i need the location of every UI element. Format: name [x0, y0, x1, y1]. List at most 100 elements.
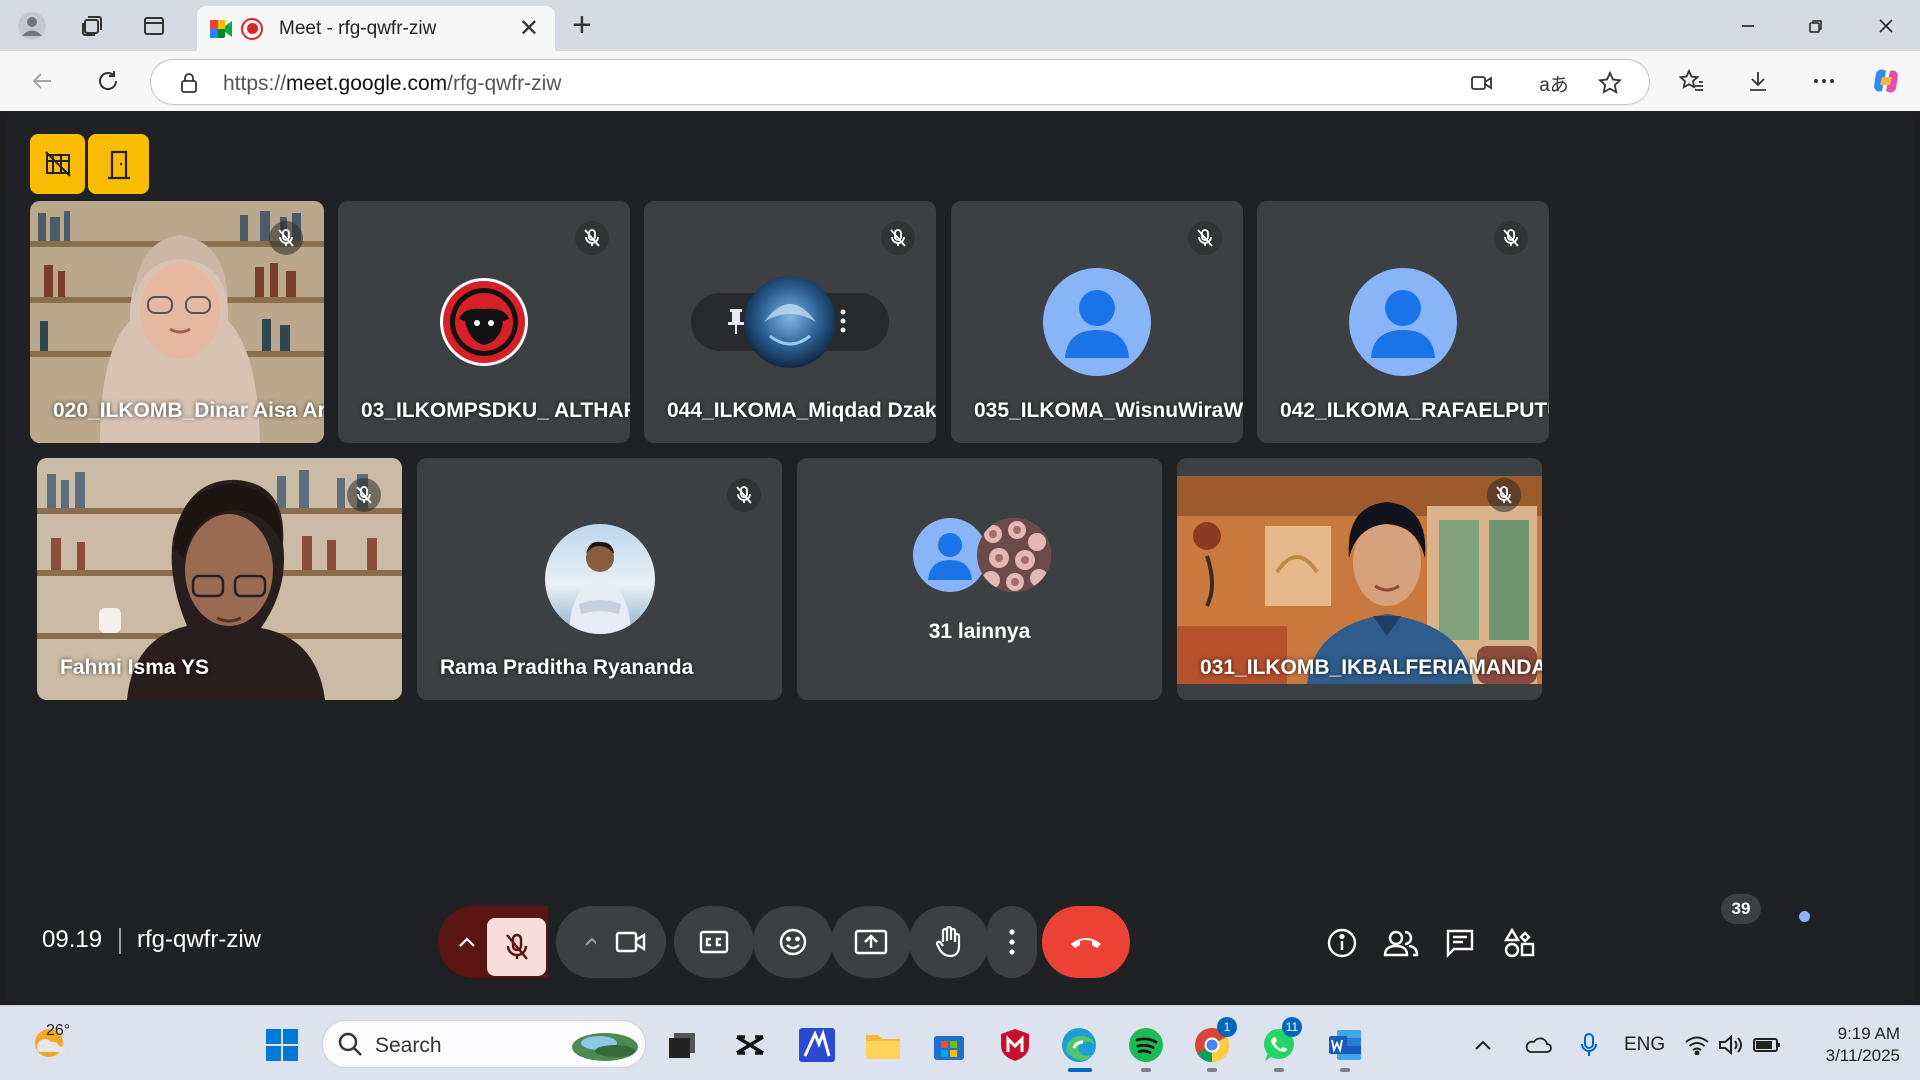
running-app-indicator	[1207, 1068, 1217, 1072]
language-indicator[interactable]: ENG	[1624, 1034, 1665, 1056]
onedrive-icon[interactable]	[1520, 1024, 1556, 1066]
mic-off-icon	[269, 221, 303, 255]
url-field[interactable]: https://meet.google.com/rfg-qwfr-ziw aあ	[150, 59, 1650, 105]
camera-blocked-icon[interactable]	[1468, 69, 1496, 97]
participant-name: Fahmi Isma YS	[60, 656, 210, 679]
overflow-count: 31 lainnya	[928, 620, 1031, 643]
start-icon[interactable]	[261, 1024, 303, 1066]
workspaces-icon[interactable]	[76, 10, 108, 42]
hide-self-view-button[interactable]	[30, 134, 85, 194]
microsoft-store-icon[interactable]	[928, 1024, 970, 1066]
reactions-button[interactable]	[753, 906, 833, 978]
participant-tile[interactable]: 020_ILKOMB_Dinar Aisa Artika	[30, 201, 324, 443]
participant-tile[interactable]: 035_ILKOMA_WisnuWiraWin...	[951, 201, 1243, 443]
participant-tile[interactable]: 03_ILKOMPSDKU_ ALTHAF Z...	[338, 201, 630, 443]
recording-icon	[241, 17, 263, 40]
chat-icon	[1446, 929, 1474, 958]
meeting-code: rfg-qwfr-ziw	[137, 926, 261, 953]
participant-name: 042_ILKOMA_RAFAELPUTUT...	[1280, 399, 1549, 422]
overflow-participants-tile[interactable]: 31 lainnya	[797, 458, 1162, 700]
microphone-icon[interactable]	[1574, 1024, 1604, 1066]
taskbar-search[interactable]: Search	[322, 1020, 646, 1068]
emoji-icon	[779, 928, 807, 956]
profile-icon[interactable]	[16, 10, 48, 42]
mic-off-icon	[727, 478, 761, 512]
windows-taskbar: 26° Search 1 11 ENG 9:19 AM 3/11/2025	[0, 1005, 1920, 1080]
search-highlight-image	[572, 1033, 638, 1061]
search-placeholder: Search	[375, 1034, 442, 1057]
star-icon[interactable]	[1596, 69, 1624, 97]
minimize-icon[interactable]	[1728, 10, 1768, 42]
volume-icon[interactable]	[1714, 1024, 1748, 1066]
active-app-indicator	[1068, 1068, 1092, 1072]
mic-off-icon	[1487, 478, 1521, 512]
mcafee-icon[interactable]	[994, 1024, 1036, 1066]
word-icon[interactable]	[1324, 1024, 1366, 1066]
task-view-icon[interactable]	[661, 1024, 703, 1066]
mic-off-icon	[347, 478, 381, 512]
participant-tile[interactable]: 044_ILKOMA_Miqdad Dzakiy...	[644, 201, 936, 443]
participant-avatar	[1043, 268, 1151, 376]
url-text: https://meet.google.com/rfg-qwfr-ziw	[223, 72, 561, 96]
camera-icon	[615, 931, 646, 953]
copilot-icon[interactable]	[1869, 64, 1903, 98]
lock-icon[interactable]	[175, 69, 203, 97]
clock-time: 9:19 AM	[1837, 1024, 1900, 1043]
raise-hand-button[interactable]	[909, 906, 989, 978]
back-icon[interactable]	[24, 63, 60, 99]
activities-button[interactable]	[1496, 920, 1542, 966]
meeting-info-button[interactable]	[1319, 920, 1365, 966]
participant-avatar	[913, 518, 987, 592]
search-icon	[338, 1032, 362, 1056]
browser-titlebar: Meet - rfg-qwfr-ziw ✕ +	[0, 0, 1920, 51]
participant-avatar	[977, 518, 1051, 592]
more-options-icon[interactable]	[840, 309, 846, 333]
wifi-icon[interactable]	[1680, 1024, 1714, 1066]
spotify-icon[interactable]	[1125, 1024, 1167, 1066]
battery-icon[interactable]	[1750, 1024, 1784, 1066]
mic-toggle-button[interactable]	[487, 918, 546, 976]
more-icon[interactable]	[1807, 64, 1841, 98]
present-screen-button[interactable]	[831, 906, 911, 978]
capcut-icon[interactable]	[729, 1024, 771, 1066]
participant-name: 020_ILKOMB_Dinar Aisa Artika	[53, 399, 324, 422]
edge-icon[interactable]	[1058, 1024, 1100, 1066]
captions-button[interactable]	[674, 906, 754, 978]
chat-button[interactable]	[1437, 920, 1483, 966]
tab-actions-icon[interactable]	[138, 10, 170, 42]
more-options-button[interactable]	[987, 906, 1037, 978]
participant-tile[interactable]: 031_ILKOMB_IKBALFERIAMANDA	[1177, 458, 1542, 700]
participant-avatar	[440, 278, 528, 366]
exit-door-button[interactable]	[88, 134, 149, 194]
tab-title: Meet - rfg-qwfr-ziw	[279, 17, 437, 39]
meeting-clock: 09.19	[42, 926, 103, 953]
more-vert-icon	[1009, 929, 1015, 955]
participant-video	[1177, 476, 1542, 684]
new-tab-button[interactable]: +	[572, 7, 592, 43]
present-icon	[854, 929, 888, 955]
browser-tab-meet[interactable]: Meet - rfg-qwfr-ziw ✕	[197, 6, 555, 51]
url-prefix: https://	[223, 72, 287, 95]
end-call-icon	[1071, 938, 1101, 948]
mic-off-icon	[505, 933, 528, 960]
download-icon[interactable]	[1741, 64, 1775, 98]
file-explorer-icon[interactable]	[862, 1024, 904, 1066]
tab-close-icon[interactable]: ✕	[519, 16, 539, 41]
participant-tile[interactable]: Fahmi Isma YS	[37, 458, 402, 700]
raise-hand-icon	[935, 926, 961, 958]
address-bar: https://meet.google.com/rfg-qwfr-ziw aあ	[0, 51, 1920, 111]
participant-tile[interactable]: Rama Praditha Ryananda	[417, 458, 782, 700]
participant-tile[interactable]: 042_ILKOMA_RAFAELPUTUT...	[1257, 201, 1549, 443]
taskbar-clock[interactable]: 9:19 AM 3/11/2025	[1808, 1023, 1900, 1067]
leave-call-button[interactable]	[1042, 906, 1130, 978]
camera-toggle-button[interactable]	[596, 909, 666, 975]
pin-icon[interactable]	[727, 307, 745, 335]
close-window-icon[interactable]	[1866, 10, 1906, 42]
read-aloud-icon[interactable]: aあ	[1536, 69, 1572, 97]
refresh-icon[interactable]	[90, 63, 126, 99]
editor-app-icon[interactable]	[796, 1024, 838, 1066]
chevron-up-icon[interactable]	[1468, 1024, 1498, 1066]
restore-icon[interactable]	[1796, 10, 1836, 42]
favorites-icon[interactable]	[1675, 64, 1709, 98]
people-button[interactable]	[1378, 920, 1424, 966]
